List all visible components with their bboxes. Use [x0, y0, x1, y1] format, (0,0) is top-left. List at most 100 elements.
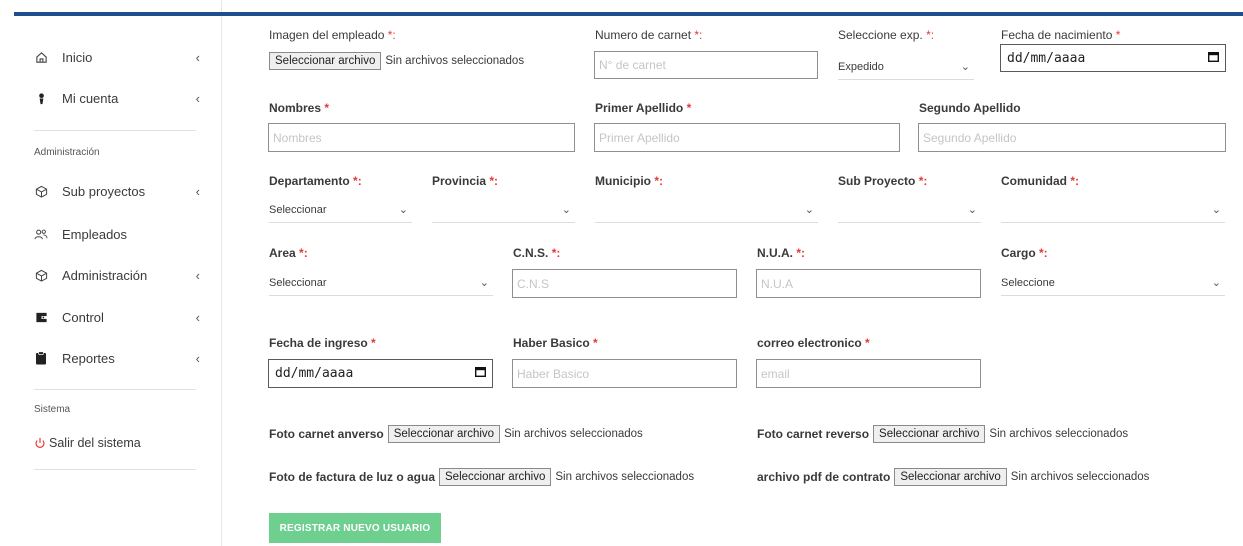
chevron-down-icon: ⌄ — [804, 204, 814, 216]
position-label: Cargo *: — [1001, 246, 1048, 260]
sidebar-item-sub-proyectos[interactable]: Sub proyectos ‹ — [34, 179, 200, 203]
select-value: Seleccionar — [269, 203, 327, 216]
logout-label: Salir del sistema — [49, 436, 141, 450]
register-user-button[interactable]: REGISTRAR NUEVO USUARIO — [269, 513, 441, 543]
cns-input[interactable]: C.N.S — [512, 269, 737, 298]
carnet-input[interactable]: N° de carnet — [594, 51, 818, 79]
birth-date-input[interactable]: dd/mm/aaaa — [1000, 44, 1226, 72]
sidebar-item-control[interactable]: Control ‹ — [34, 305, 200, 329]
area-select[interactable]: Seleccionar ⌄ — [269, 270, 493, 296]
main-top-accent — [222, 12, 1243, 16]
hire-date-label: Fecha de ingreso * — [269, 336, 376, 350]
chevron-down-icon: ⌄ — [1211, 277, 1221, 289]
sidebar-divider — [34, 130, 196, 131]
user-icon — [34, 91, 48, 105]
nua-input[interactable]: N.U.A — [756, 269, 981, 298]
date-value: dd/mm/aaaa — [275, 366, 354, 381]
carnet-label: Numero de carnet *: — [595, 28, 703, 42]
area-label: Area *: — [269, 246, 308, 260]
utility-bill-upload: Foto de factura de luz o agua Selecciona… — [269, 468, 694, 486]
select-value: Expedido — [838, 60, 884, 73]
first-surname-label: Primer Apellido * — [595, 101, 692, 115]
id-front-label: Foto carnet anverso — [269, 427, 384, 441]
hire-date-input[interactable]: dd/mm/aaaa — [268, 359, 493, 388]
chevron-down-icon: ⌄ — [561, 204, 571, 216]
file-status: Sin archivos seleccionados — [504, 428, 643, 440]
department-label: Departamento *: — [269, 174, 362, 188]
calendar-icon — [474, 366, 487, 381]
chevron-down-icon: ⌄ — [479, 277, 489, 289]
calendar-icon — [1207, 51, 1220, 66]
select-value: Seleccionar — [269, 276, 327, 289]
province-select[interactable]: ⌄ — [432, 197, 575, 223]
sidebar-item-administracion[interactable]: Administración ‹ — [34, 263, 200, 287]
sidebar-item-empleados[interactable]: Empleados — [34, 222, 200, 246]
employee-image-label: Imagen del empleado *: — [269, 28, 396, 42]
logout-link[interactable]: Salir del sistema — [34, 431, 200, 455]
home-icon — [34, 50, 48, 64]
chevron-left-icon: ‹ — [195, 309, 200, 325]
select-value: Seleccione — [1001, 276, 1055, 289]
section-label-sistema: Sistema — [34, 404, 71, 415]
email-input[interactable]: email — [756, 359, 981, 388]
municipality-select[interactable]: ⌄ — [595, 197, 818, 223]
second-surname-input[interactable]: Segundo Apellido — [918, 123, 1226, 152]
second-surname-label: Segundo Apellido — [919, 101, 1021, 115]
nua-label: N.U.A. *: — [757, 246, 806, 260]
chevron-left-icon: ‹ — [195, 183, 200, 199]
sidebar: Inicio ‹ Mi cuenta ‹ Administración Sub … — [0, 0, 222, 546]
chevron-left-icon: ‹ — [195, 49, 200, 65]
power-icon — [34, 437, 46, 449]
salary-input[interactable]: Haber Basico — [512, 359, 737, 388]
id-back-upload: Foto carnet reverso Seleccionar archivo … — [757, 425, 1128, 443]
employee-image-file-input: Seleccionar archivo Sin archivos selecci… — [269, 52, 524, 70]
contract-pdf-upload: archivo pdf de contrato Seleccionar arch… — [757, 468, 1149, 486]
select-file-button[interactable]: Seleccionar archivo — [387, 425, 501, 443]
chevron-left-icon: ‹ — [195, 90, 200, 106]
clipboard-icon — [34, 351, 48, 365]
sidebar-item-label: Administración — [62, 267, 148, 283]
contract-pdf-label: archivo pdf de contrato — [757, 470, 891, 484]
file-status: Sin archivos seleccionados — [1010, 471, 1150, 483]
salary-label: Haber Basico * — [513, 336, 598, 350]
names-input[interactable]: Nombres — [268, 123, 575, 152]
expedition-label: Seleccione exp. *: — [838, 28, 935, 42]
province-label: Provincia *: — [432, 174, 499, 188]
sidebar-item-label: Empleados — [62, 226, 128, 242]
sidebar-item-label: Control — [62, 309, 104, 325]
sidebar-divider — [34, 469, 196, 470]
select-file-button[interactable]: Seleccionar archivo — [269, 52, 382, 70]
cns-label: C.N.S. *: — [513, 246, 561, 260]
names-label: Nombres * — [269, 101, 330, 115]
chevron-down-icon: ⌄ — [967, 204, 977, 216]
select-file-button[interactable]: Seleccionar archivo — [894, 468, 1007, 486]
select-file-button[interactable]: Seleccionar archivo — [873, 425, 986, 443]
position-select[interactable]: Seleccione ⌄ — [1001, 270, 1225, 296]
sidebar-item-mi-cuenta[interactable]: Mi cuenta ‹ — [34, 86, 200, 110]
community-label: Comunidad *: — [1001, 174, 1080, 188]
sidebar-top-accent — [14, 12, 222, 16]
users-icon — [34, 227, 48, 241]
sidebar-item-label: Sub proyectos — [62, 183, 146, 199]
file-status: Sin archivos seleccionados — [385, 55, 525, 67]
id-back-label: Foto carnet reverso — [757, 427, 870, 441]
select-file-button[interactable]: Seleccionar archivo — [439, 468, 552, 486]
first-surname-input[interactable]: Primer Apellido — [594, 123, 900, 152]
sidebar-item-reportes[interactable]: Reportes ‹ — [34, 346, 200, 370]
expedition-select[interactable]: Expedido ⌄ — [838, 54, 974, 80]
department-select[interactable]: Seleccionar ⌄ — [269, 197, 412, 223]
cube-icon — [34, 184, 48, 198]
sidebar-item-label: Reportes — [62, 350, 115, 366]
id-front-upload: Foto carnet anverso Seleccionar archivo … — [269, 425, 643, 443]
sidebar-item-label: Inicio — [62, 49, 93, 65]
subproject-label: Sub Proyecto *: — [838, 174, 928, 188]
community-select[interactable]: ⌄ — [1001, 197, 1225, 223]
birth-date-label: Fecha de nacimiento * — [1001, 28, 1121, 42]
wallet-icon — [34, 310, 48, 324]
section-label-administracion: Administración — [34, 147, 100, 158]
cube-icon — [34, 268, 48, 282]
sidebar-item-inicio[interactable]: Inicio ‹ — [34, 45, 200, 69]
subproject-select[interactable]: ⌄ — [838, 197, 981, 223]
chevron-down-icon: ⌄ — [398, 204, 408, 216]
date-value: dd/mm/aaaa — [1007, 50, 1086, 66]
